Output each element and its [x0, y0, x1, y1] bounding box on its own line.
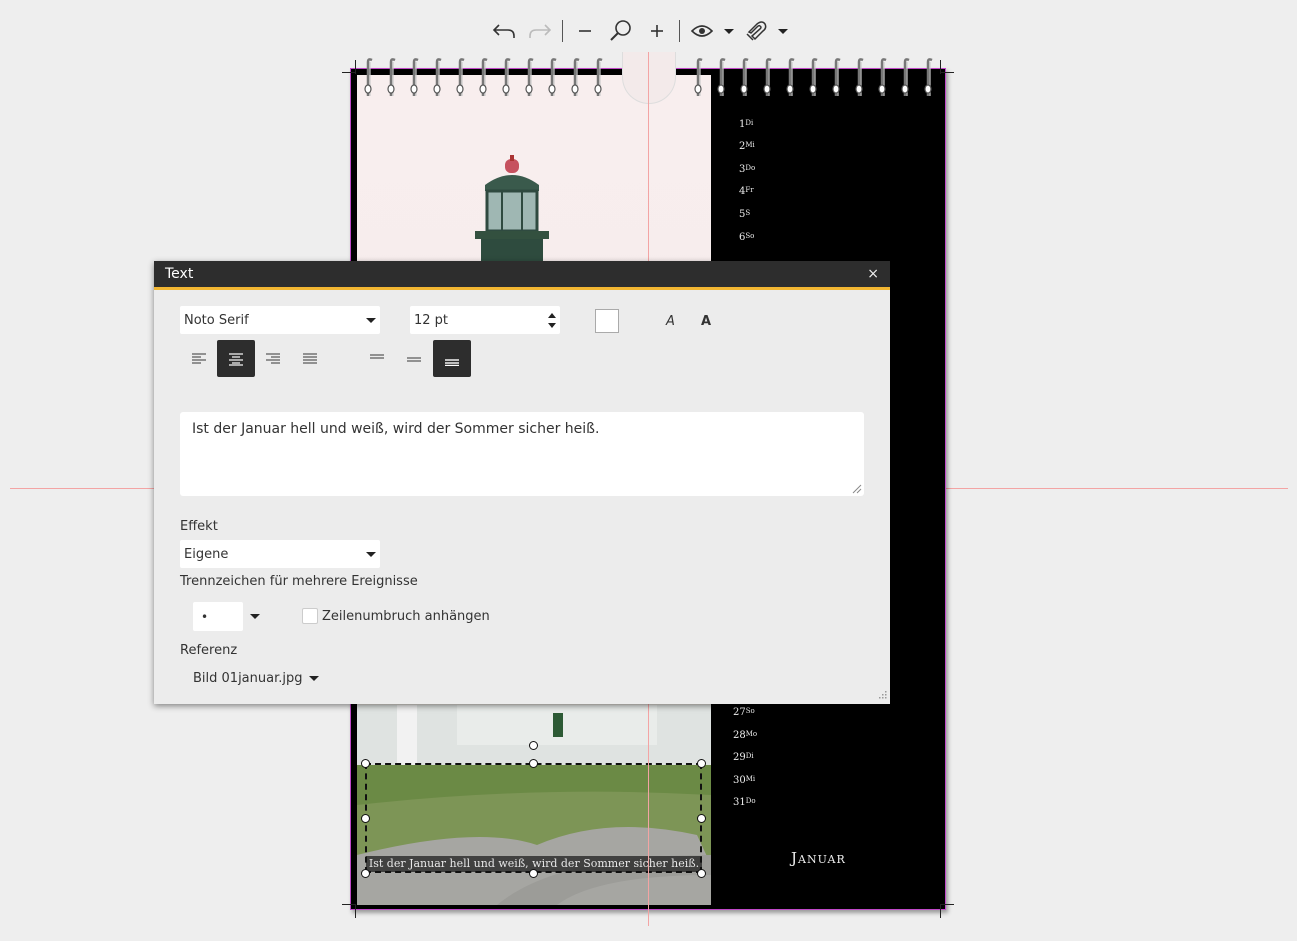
- stepper-arrows-icon[interactable]: [548, 312, 556, 328]
- separator-label: Trennzeichen für mehrere Ereignisse: [180, 574, 418, 589]
- day-entry: 2Mi: [739, 141, 755, 152]
- day-entry: 27So: [733, 707, 755, 718]
- close-icon[interactable]: ×: [867, 266, 879, 282]
- font-family-value: Noto Serif: [184, 312, 249, 328]
- text-content-value: Ist der Januar hell und weiß, wird der S…: [192, 421, 600, 437]
- effect-label: Effekt: [180, 519, 218, 534]
- resize-handle-nw[interactable]: [361, 759, 370, 768]
- zoom-fit-icon[interactable]: [603, 14, 639, 48]
- chevron-down-icon: [366, 317, 376, 323]
- align-justify-icon[interactable]: [291, 340, 329, 377]
- crop-mark: [940, 904, 954, 905]
- resize-handle-e[interactable]: [697, 814, 706, 823]
- zoom-out-icon[interactable]: [567, 14, 603, 48]
- top-toolbar: [486, 14, 792, 48]
- crop-mark: [342, 72, 356, 73]
- day-entry: 29Di: [733, 752, 754, 763]
- dialog-resize-grip-icon[interactable]: [878, 690, 888, 700]
- rotate-handle[interactable]: [529, 741, 538, 750]
- day-entry: 5S: [739, 209, 751, 220]
- crop-mark: [940, 72, 954, 73]
- day-entry: 28Mo: [733, 730, 758, 741]
- day-entry: 30Mi: [733, 775, 756, 786]
- resize-handle-w[interactable]: [361, 814, 370, 823]
- redo-icon[interactable]: [522, 14, 558, 48]
- reference-value: Bild 01januar.jpg: [193, 671, 303, 686]
- resize-handle-se[interactable]: [697, 869, 706, 878]
- chevron-down-icon[interactable]: [774, 14, 792, 48]
- resize-handle-s[interactable]: [529, 869, 538, 878]
- separator-value: •: [201, 609, 209, 624]
- linebreak-checkbox[interactable]: [302, 608, 318, 624]
- day-entry: 3Do: [739, 164, 756, 175]
- crop-mark: [940, 904, 941, 918]
- dialog-header[interactable]: Text ×: [154, 261, 890, 290]
- resize-grip-icon[interactable]: [852, 484, 862, 494]
- undo-icon[interactable]: [486, 14, 522, 48]
- selection-box[interactable]: [365, 763, 702, 873]
- align-right-icon[interactable]: [254, 340, 292, 377]
- reference-dropdown[interactable]: Bild 01januar.jpg: [193, 671, 319, 686]
- spiral-binding: [364, 58, 933, 96]
- crop-mark: [342, 904, 356, 905]
- day-entry: 1Di: [739, 119, 754, 130]
- chevron-down-icon[interactable]: [720, 14, 738, 48]
- day-entry: 6So: [739, 232, 755, 243]
- align-left-icon[interactable]: [180, 340, 218, 377]
- linebreak-label[interactable]: Zeilenumbruch anhängen: [322, 609, 490, 624]
- dialog-title: Text: [165, 266, 194, 282]
- day-entry: 31Do: [733, 797, 756, 808]
- toolbar-separator: [679, 20, 680, 42]
- chevron-down-icon[interactable]: [250, 614, 260, 619]
- resize-handle-n[interactable]: [529, 759, 538, 768]
- crop-mark: [355, 904, 356, 918]
- bold-button[interactable]: A: [701, 314, 711, 329]
- align-center-icon[interactable]: [217, 340, 255, 377]
- crop-mark: [355, 60, 356, 74]
- lighthouse-lantern-image: [475, 155, 549, 265]
- chevron-down-icon: [308, 676, 319, 681]
- resize-handle-ne[interactable]: [697, 759, 706, 768]
- preview-eye-icon[interactable]: [684, 14, 720, 48]
- valign-bottom-icon[interactable]: [433, 340, 471, 377]
- chevron-down-icon: [366, 551, 376, 557]
- font-size-stepper[interactable]: 12 pt: [410, 306, 560, 334]
- crop-mark: [940, 60, 941, 74]
- text-content-field[interactable]: Ist der Januar hell und weiß, wird der S…: [180, 412, 864, 496]
- font-family-select[interactable]: Noto Serif: [180, 306, 380, 334]
- month-title[interactable]: Januar: [791, 849, 846, 867]
- reference-label: Referenz: [180, 643, 238, 658]
- separator-select[interactable]: •: [193, 602, 243, 631]
- effect-value: Eigene: [184, 546, 229, 562]
- magnet-icon[interactable]: [738, 14, 774, 48]
- valign-middle-icon[interactable]: [395, 340, 433, 377]
- font-size-value: 12 pt: [414, 312, 449, 328]
- italic-button[interactable]: A: [666, 314, 675, 329]
- text-color-picker[interactable]: [595, 309, 619, 333]
- text-dialog: Text × Noto Serif 12 pt A A Ist der Janu…: [154, 261, 890, 704]
- toolbar-separator: [562, 20, 563, 42]
- effect-select[interactable]: Eigene: [180, 540, 380, 568]
- day-entry: 4Fr: [739, 186, 754, 197]
- zoom-in-icon[interactable]: [639, 14, 675, 48]
- resize-handle-sw[interactable]: [361, 869, 370, 878]
- valign-top-icon[interactable]: [358, 340, 396, 377]
